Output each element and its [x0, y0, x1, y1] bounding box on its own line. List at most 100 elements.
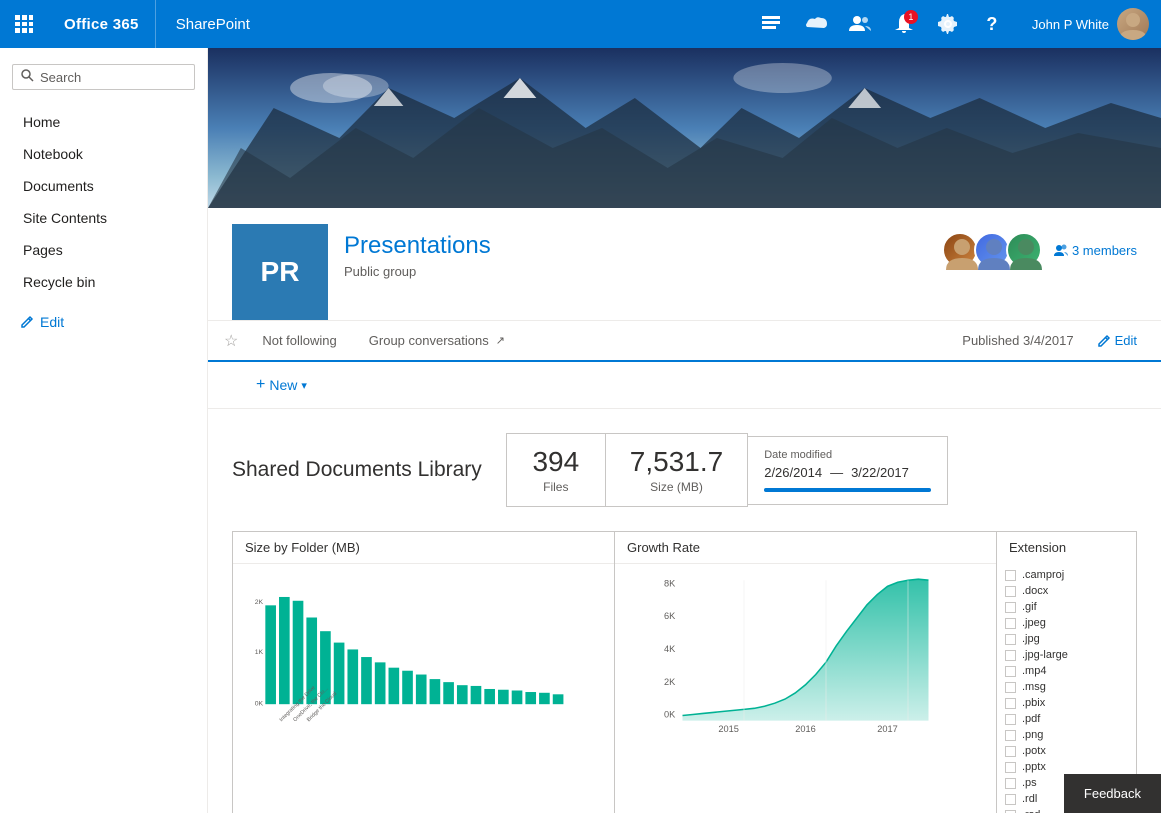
member-avatar-3[interactable]	[1006, 232, 1042, 268]
member-avatar-1[interactable]	[942, 232, 978, 268]
people-icon-btn[interactable]	[840, 4, 880, 44]
svg-text:2016: 2016	[795, 724, 816, 734]
ext-check-potx[interactable]	[1005, 746, 1016, 757]
charts-row: Size by Folder (MB) 2K 1K 0K	[232, 531, 1137, 813]
svg-text:6K: 6K	[664, 611, 676, 621]
follow-button[interactable]: Not following	[254, 329, 344, 352]
sidebar-edit-button[interactable]: Edit	[20, 314, 187, 330]
size-by-folder-chart: Size by Folder (MB) 2K 1K 0K	[232, 531, 615, 813]
ext-check-camproj[interactable]	[1005, 570, 1016, 581]
sidebar-item-recycle-bin[interactable]: Recycle bin	[0, 266, 207, 298]
svg-text:2K: 2K	[255, 599, 264, 606]
ext-check-msg[interactable]	[1005, 682, 1016, 693]
ext-check-ps[interactable]	[1005, 778, 1016, 789]
size-by-folder-title: Size by Folder (MB)	[233, 532, 614, 564]
group-header: PR Presentations Public group	[208, 208, 1161, 321]
files-label: Files	[531, 480, 581, 494]
ext-label-jpg-large: .jpg-large	[1022, 649, 1068, 661]
member-avatars	[942, 232, 1042, 268]
ext-check-gif[interactable]	[1005, 602, 1016, 613]
date-card[interactable]: Date modified 2/26/2014 — 3/22/2017	[748, 436, 948, 505]
main-layout: Search Home Notebook Documents Site Cont…	[0, 48, 1161, 813]
section-title: Shared Documents Library	[232, 458, 482, 482]
ext-item-camproj[interactable]: .camproj	[1005, 567, 1128, 583]
stats-row: Shared Documents Library 394 Files 7,531…	[232, 433, 1137, 507]
ext-check-rdl[interactable]	[1005, 794, 1016, 805]
avatar	[1117, 8, 1149, 40]
ext-check-pptx[interactable]	[1005, 762, 1016, 773]
ext-item-docx[interactable]: .docx	[1005, 583, 1128, 599]
new-button[interactable]: + + New New ▾	[232, 368, 331, 402]
sharepoint-link[interactable]: SharePoint	[156, 0, 270, 48]
new-item-toolbar: + + New New ▾	[208, 362, 1161, 409]
ext-label-msg: .msg	[1022, 681, 1046, 693]
date-slider[interactable]	[764, 488, 931, 492]
apps-icon-btn[interactable]	[752, 4, 792, 44]
page-content: Shared Documents Library 394 Files 7,531…	[208, 409, 1161, 813]
files-stat-card: 394 Files	[506, 433, 606, 507]
ext-item-pbix[interactable]: .pbix	[1005, 695, 1128, 711]
waffle-menu-button[interactable]	[0, 0, 48, 48]
group-meta: 3 members	[942, 224, 1137, 268]
ext-label-pptx: .pptx	[1022, 761, 1046, 773]
ext-check-jpeg[interactable]	[1005, 618, 1016, 629]
user-profile-button[interactable]: John P White	[1020, 0, 1161, 48]
ext-item-pptx[interactable]: .pptx	[1005, 759, 1128, 775]
site-header-image	[208, 48, 1161, 208]
ext-check-pdf[interactable]	[1005, 714, 1016, 725]
ext-label-png: .png	[1022, 729, 1043, 741]
plus-icon: +	[256, 376, 265, 394]
feedback-button[interactable]: Feedback	[1064, 774, 1161, 813]
ext-check-jpg-large[interactable]	[1005, 650, 1016, 661]
onedrive-icon-btn[interactable]	[796, 4, 836, 44]
search-box[interactable]: Search	[12, 64, 195, 90]
settings-icon-btn[interactable]	[928, 4, 968, 44]
office365-link[interactable]: Office 365	[48, 0, 156, 48]
edit-page-button[interactable]: Edit	[1090, 329, 1145, 352]
ext-item-png[interactable]: .png	[1005, 727, 1128, 743]
sidebar-item-home[interactable]: Home	[0, 106, 207, 138]
search-icon	[21, 69, 34, 85]
notification-badge: 1	[904, 10, 918, 24]
date-from: 2/26/2014	[764, 465, 822, 480]
ext-item-potx[interactable]: .potx	[1005, 743, 1128, 759]
sidebar-item-notebook[interactable]: Notebook	[0, 138, 207, 170]
ext-label-potx: .potx	[1022, 745, 1046, 757]
group-conversations-button[interactable]: Group conversations ↗	[361, 329, 513, 352]
ext-item-pdf[interactable]: .pdf	[1005, 711, 1128, 727]
svg-text:2K: 2K	[664, 677, 676, 687]
member-count-label: 3 members	[1072, 243, 1137, 258]
ext-check-docx[interactable]	[1005, 586, 1016, 597]
ext-label-jpeg: .jpeg	[1022, 617, 1046, 629]
sidebar-item-documents[interactable]: Documents	[0, 170, 207, 202]
nav-follow-area: ☆ Not following Group conversations ↗ Pu…	[208, 321, 1161, 362]
ext-label-camproj: .camproj	[1022, 569, 1064, 581]
help-icon-btn[interactable]: ?	[972, 4, 1012, 44]
svg-text:8K: 8K	[664, 578, 676, 588]
extension-filter-box: Extension .camproj .docx .gif .jpeg .jpg…	[997, 531, 1137, 813]
ext-check-rsd[interactable]	[1005, 810, 1016, 813]
svg-text:4K: 4K	[664, 644, 676, 654]
sidebar-item-site-contents[interactable]: Site Contents	[0, 202, 207, 234]
ext-check-pbix[interactable]	[1005, 698, 1016, 709]
ext-item-msg[interactable]: .msg	[1005, 679, 1128, 695]
notifications-icon-btn[interactable]: 1	[884, 4, 924, 44]
sidebar-item-pages[interactable]: Pages	[0, 234, 207, 266]
ext-item-jpg-large[interactable]: .jpg-large	[1005, 647, 1128, 663]
ext-label-pbix: .pbix	[1022, 697, 1045, 709]
date-range: 2/26/2014 — 3/22/2017	[764, 465, 931, 480]
ext-item-jpeg[interactable]: .jpeg	[1005, 615, 1128, 631]
ext-label-ps: .ps	[1022, 777, 1037, 789]
ext-item-mp4[interactable]: .mp4	[1005, 663, 1128, 679]
date-slider-fill	[764, 488, 931, 492]
ext-item-jpg[interactable]: .jpg	[1005, 631, 1128, 647]
ext-check-mp4[interactable]	[1005, 666, 1016, 677]
user-name: John P White	[1032, 17, 1109, 32]
ext-check-png[interactable]	[1005, 730, 1016, 741]
date-to: 3/22/2017	[851, 465, 909, 480]
svg-text:0K: 0K	[255, 701, 264, 708]
ext-label-jpg: .jpg	[1022, 633, 1040, 645]
ext-item-gif[interactable]: .gif	[1005, 599, 1128, 615]
ext-check-jpg[interactable]	[1005, 634, 1016, 645]
member-avatar-2[interactable]	[974, 232, 1010, 268]
